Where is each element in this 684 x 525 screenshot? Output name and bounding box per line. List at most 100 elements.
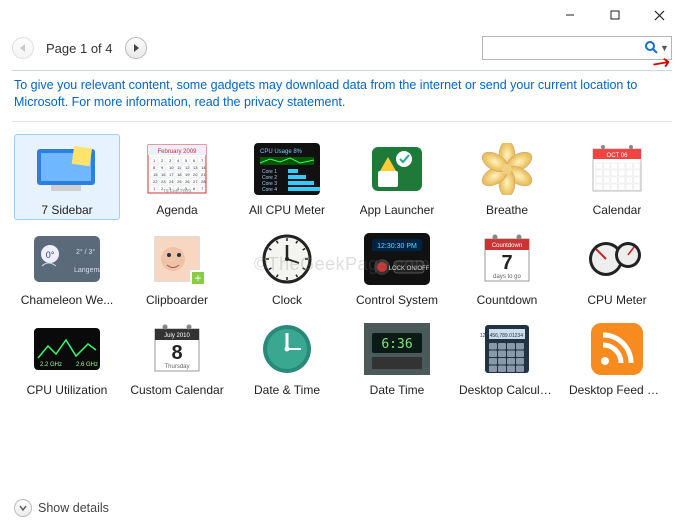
minimize-button[interactable] <box>547 1 592 29</box>
gadget-item[interactable]: Countdown 7days to go Countdown <box>454 224 560 310</box>
chameleon-icon: 0° 2° / 3° Langemark <box>30 231 104 287</box>
gadget-item[interactable]: Clock <box>234 224 340 310</box>
gadget-label: Countdown <box>477 293 538 307</box>
date-time-icon <box>250 321 324 377</box>
svg-text:15: 15 <box>153 172 158 177</box>
close-button[interactable] <box>637 1 682 29</box>
cpu-meter-icon <box>580 231 654 287</box>
gadget-label: Agenda <box>156 203 197 217</box>
gadget-label: Clipboarder <box>146 293 208 307</box>
maximize-button[interactable] <box>592 1 637 29</box>
svg-text:12: 12 <box>185 165 190 170</box>
gadget-item[interactable]: CPU Meter <box>564 224 670 310</box>
svg-text:10: 10 <box>169 165 174 170</box>
svg-text:123,456,789.01234: 123,456,789.01234 <box>480 333 523 339</box>
gadget-label: CPU Meter <box>587 293 646 307</box>
svg-text:days to go: days to go <box>493 274 521 280</box>
seven-sidebar-icon <box>30 141 104 197</box>
svg-text:6:36: 6:36 <box>381 337 412 352</box>
svg-text:8: 8 <box>171 342 182 364</box>
gadget-item[interactable]: OCT 06Calendar <box>564 134 670 220</box>
svg-text:7: 7 <box>501 252 512 274</box>
gadget-item[interactable]: Breathe <box>454 134 560 220</box>
gadget-label: Control System <box>356 293 438 307</box>
gadget-item[interactable]: App Launcher <box>344 134 450 220</box>
svg-text:0°: 0° <box>46 250 55 260</box>
gadget-label: 7 Sidebar <box>41 203 92 217</box>
breathe-icon <box>470 141 544 197</box>
custom-calendar-icon: July 20108Thursday <box>140 321 214 377</box>
svg-text:19 Feb 2009: 19 Feb 2009 <box>163 189 191 195</box>
clock-icon <box>250 231 324 287</box>
calendar-icon: OCT 06 <box>580 141 654 197</box>
svg-text:27: 27 <box>193 179 198 184</box>
svg-text:LOCK ON/OFF: LOCK ON/OFF <box>389 266 430 272</box>
gadget-label: Desktop Feed R... <box>569 383 665 397</box>
svg-text:21: 21 <box>201 172 206 177</box>
search-icon[interactable] <box>644 40 658 57</box>
app-launcher-icon <box>360 141 434 197</box>
svg-text:+: + <box>194 271 201 285</box>
gadget-item[interactable]: + Clipboarder <box>124 224 230 310</box>
svg-text:17: 17 <box>169 172 174 177</box>
gadget-grid: 7 SidebarFebruary 2009123456789101112131… <box>0 122 684 404</box>
gadget-label: CPU Utilization <box>27 383 108 397</box>
gadget-item[interactable]: February 2009123456789101112131415161718… <box>124 134 230 220</box>
search-box[interactable]: ▼ <box>482 36 672 60</box>
date-time-2-icon: 6:36 <box>360 321 434 377</box>
svg-text:Thursday: Thursday <box>164 364 189 370</box>
svg-text:25: 25 <box>177 179 182 184</box>
gadget-item[interactable]: 2.2 GHz2.6 GHz CPU Utilization <box>14 314 120 400</box>
privacy-banner[interactable]: To give you relevant content, some gadge… <box>0 77 684 115</box>
svg-text:February 2009: February 2009 <box>157 149 197 155</box>
control-system-icon: 12:30:30 PM LOCK ON/OFF <box>360 231 434 287</box>
footer: Show details <box>14 499 109 517</box>
svg-text:22: 22 <box>153 179 158 184</box>
gadget-label: Desktop Calcula... <box>459 383 555 397</box>
gadget-label: App Launcher <box>360 203 435 217</box>
gadget-label: Clock <box>272 293 302 307</box>
svg-text:Core 4: Core 4 <box>262 187 277 193</box>
gadget-label: Chameleon We... <box>21 293 114 307</box>
svg-text:2° / 3°: 2° / 3° <box>76 248 95 256</box>
svg-text:19: 19 <box>185 172 190 177</box>
gadget-label: Custom Calendar <box>130 383 223 397</box>
next-page-button[interactable] <box>125 37 147 59</box>
svg-text:26: 26 <box>185 179 190 184</box>
window-titlebar <box>0 0 684 30</box>
gadget-label: Date & Time <box>254 383 320 397</box>
gadget-label: Breathe <box>486 203 528 217</box>
svg-text:Countdown: Countdown <box>492 243 522 249</box>
gadget-item[interactable]: 6:36 Date Time <box>344 314 450 400</box>
cpu-util-icon: 2.2 GHz2.6 GHz <box>30 321 104 377</box>
gadget-item[interactable]: 123,456,789.01234 Desktop Calcula... <box>454 314 560 400</box>
divider <box>12 70 672 71</box>
gadget-item[interactable]: Date & Time <box>234 314 340 400</box>
svg-text:12:30:30 PM: 12:30:30 PM <box>377 243 417 250</box>
expand-details-button[interactable] <box>14 499 32 517</box>
gadget-item[interactable]: CPU Usage 8%Core 1Core 2Core 3Core 4 All … <box>234 134 340 220</box>
countdown-icon: Countdown 7days to go <box>470 231 544 287</box>
gadget-label: All CPU Meter <box>249 203 325 217</box>
gadget-item[interactable]: Desktop Feed R... <box>564 314 670 400</box>
svg-text:24: 24 <box>169 179 174 184</box>
prev-page-button[interactable] <box>12 37 34 59</box>
show-details-label[interactable]: Show details <box>38 501 109 515</box>
svg-text:Langemark: Langemark <box>74 267 100 274</box>
toolbar: Page 1 of 4 ▼ <box>0 30 684 70</box>
search-input[interactable] <box>489 38 644 58</box>
gadget-item[interactable]: 12:30:30 PM LOCK ON/OFF Control System <box>344 224 450 310</box>
page-indicator: Page 1 of 4 <box>46 41 113 56</box>
gadget-item[interactable]: 0° 2° / 3° Langemark Chameleon We... <box>14 224 120 310</box>
svg-text:23: 23 <box>161 179 166 184</box>
svg-text:OCT 06: OCT 06 <box>607 153 629 159</box>
search-dropdown-icon[interactable]: ▼ <box>660 43 669 53</box>
svg-text:CPU Usage 8%: CPU Usage 8% <box>260 149 303 155</box>
gadget-item[interactable]: 7 Sidebar <box>14 134 120 220</box>
gadget-label: Date Time <box>370 383 425 397</box>
all-cpu-icon: CPU Usage 8%Core 1Core 2Core 3Core 4 <box>250 141 324 197</box>
desktop-feed-icon <box>580 321 654 377</box>
svg-text:13: 13 <box>193 165 198 170</box>
svg-text:2.6 GHz: 2.6 GHz <box>76 362 98 368</box>
gadget-item[interactable]: July 20108Thursday Custom Calendar <box>124 314 230 400</box>
